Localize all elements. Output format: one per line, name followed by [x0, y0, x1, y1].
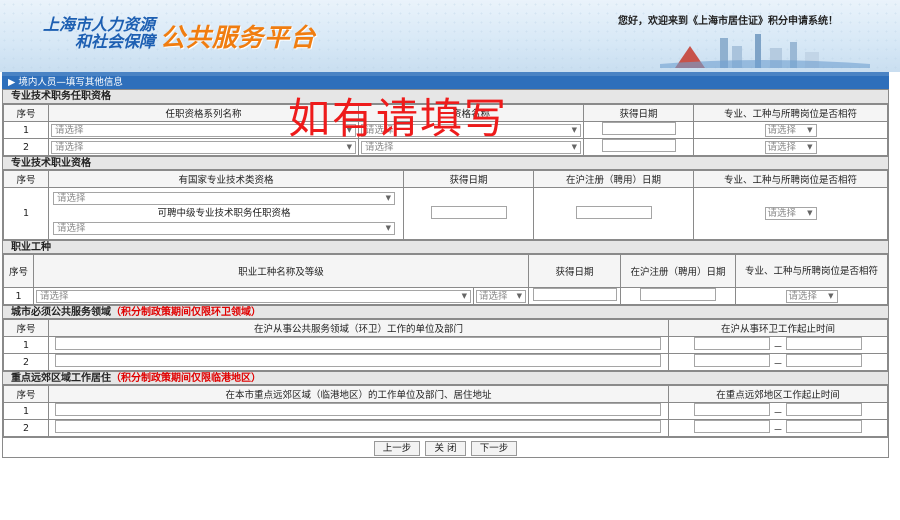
prev-button[interactable]: 上一步 — [373, 441, 421, 456]
section3-title: 职业工种 — [11, 242, 51, 253]
col-header: 序号 — [3, 254, 34, 288]
table-header: 序号 有国家专业技术类资格 获得日期 在沪注册（聘用）日期 专业、工种与所聘岗位… — [3, 170, 888, 188]
section5-note: （积分制政策期间仅限临港地区） — [111, 373, 261, 384]
range-dash: － — [773, 342, 783, 353]
table-row: 1 请选择 请选择 请选择 — [3, 287, 888, 305]
mid-qualification-select[interactable]: 请选择 — [53, 222, 395, 235]
section4-note: （积分制政策期间仅限环卫领域） — [111, 307, 261, 318]
professional-table: 序号 有国家专业技术类资格 获得日期 在沪注册（聘用）日期 专业、工种与所聘岗位… — [3, 170, 888, 240]
row-number: 1 — [3, 402, 49, 420]
logo-line1: 上海市人力资源 — [42, 15, 155, 34]
table-row: 1 请选择 可聘中级专业技术职务任职资格 请选择 请选择 — [3, 187, 888, 240]
table-header: 序号 在沪从事公共服务领域（环卫）工作的单位及部门 在沪从事环卫工作起止时间 — [3, 319, 888, 337]
range-dash: － — [773, 425, 783, 436]
watermark-text: 如有请填写 — [288, 94, 509, 143]
row-number: 1 — [3, 336, 49, 354]
range-dash: － — [773, 408, 783, 419]
suburban-table: 序号 在本市重点远郊区域（临港地区）的工作单位及部门、居住地址 在重点远郊地区工… — [3, 385, 888, 437]
obtained-date-input[interactable] — [430, 205, 507, 219]
occupation-table: 序号 职业工种名称及等级 获得日期 在沪注册（聘用）日期 专业、工种与所聘岗位是… — [3, 254, 888, 305]
match-select[interactable]: 请选择 — [764, 207, 817, 220]
start-date-input[interactable] — [694, 403, 771, 416]
col-header: 专业、工种与所聘岗位是否相符 — [693, 170, 888, 188]
city-skyline-icon — [660, 34, 870, 68]
section-title-public-service: 城市必须公共服务领域（积分制政策期间仅限环卫领域） — [3, 305, 888, 319]
start-date-input[interactable] — [694, 420, 771, 433]
logo-title: 公共服务平台 — [160, 23, 317, 52]
next-button[interactable]: 下一步 — [470, 441, 518, 456]
table-row: 1 － — [3, 402, 888, 420]
end-date-input[interactable] — [785, 354, 862, 367]
col-header: 有国家专业技术类资格 — [48, 170, 404, 188]
site-header: 上海市人力资源 和社会保障 公共服务平台 您好，欢迎来到《上海市居住证》积分申请… — [0, 0, 900, 72]
level-select[interactable]: 请选择 — [476, 289, 526, 303]
register-date-input[interactable] — [575, 205, 652, 219]
table-row: 1 － — [3, 336, 888, 354]
col-header: 在沪从事公共服务领域（环卫）工作的单位及部门 — [48, 319, 669, 337]
address-input[interactable] — [55, 420, 661, 433]
col-header: 在沪从事环卫工作起止时间 — [668, 319, 888, 337]
col-header: 在重点远郊地区工作起止时间 — [668, 385, 888, 403]
col-header: 在沪注册（聘用）日期 — [620, 254, 737, 288]
col-header: 序号 — [3, 385, 49, 403]
logo-line2: 和社会保障 — [74, 32, 155, 51]
match-select[interactable]: 请选择 — [785, 289, 838, 303]
row-number: 1 — [3, 187, 49, 240]
row-number: 1 — [3, 287, 34, 305]
section-title-occupation: 职业工种 — [3, 240, 888, 254]
obtained-date-input[interactable] — [532, 288, 617, 301]
public-service-table: 序号 在沪从事公共服务领域（环卫）工作的单位及部门 在沪从事环卫工作起止时间 1… — [3, 319, 888, 371]
end-date-input[interactable] — [785, 337, 862, 350]
section5-title: 重点远郊区域工作居住 — [11, 373, 111, 384]
page-title: ▶ 境内人员—填写其他信息 — [2, 76, 889, 89]
col-header: 职业工种名称及等级 — [32, 254, 530, 288]
mid-qualification-text: 可聘中级专业技术职务任职资格 — [157, 208, 291, 219]
col-header: 序号 — [3, 319, 49, 337]
date-input[interactable] — [601, 139, 676, 152]
logo-text: 上海市人力资源 和社会保障 — [40, 16, 155, 50]
section-title-professional: 专业技术职业资格 — [3, 156, 888, 170]
action-bar: 上一步 关 闭 下一步 — [3, 437, 888, 457]
row-number: 2 — [3, 353, 49, 371]
section-title-suburban: 重点远郊区域工作居住（积分制政策期间仅限临港地区） — [3, 371, 888, 385]
table-row: 2 － — [3, 353, 888, 371]
national-qualification-select[interactable]: 请选择 — [53, 192, 395, 205]
table-header: 序号 职业工种名称及等级 获得日期 在沪注册（聘用）日期 专业、工种与所聘岗位是… — [3, 254, 888, 288]
col-header: 获得日期 — [528, 254, 622, 288]
start-date-input[interactable] — [694, 354, 771, 367]
match-select[interactable]: 请选择 — [764, 123, 817, 137]
section1-title: 专业技术职务任职资格 — [11, 91, 111, 102]
unit-input[interactable] — [55, 337, 661, 350]
end-date-input[interactable] — [785, 420, 862, 433]
unit-input[interactable] — [55, 354, 661, 367]
col-header: 在本市重点远郊区域（临港地区）的工作单位及部门、居住地址 — [48, 385, 669, 403]
section2-title: 专业技术职业资格 — [11, 158, 91, 169]
row-number: 1 — [3, 121, 49, 139]
end-date-input[interactable] — [785, 403, 862, 416]
row-number: 2 — [3, 419, 49, 437]
table-header: 序号 在本市重点远郊区域（临港地区）的工作单位及部门、居住地址 在重点远郊地区工… — [3, 385, 888, 403]
start-date-input[interactable] — [694, 337, 771, 350]
form-container: 专业技术职务任职资格 序号 任职资格系列名称 资格名称 获得日期 专业、工种与所… — [2, 89, 889, 458]
col-header: 序号 — [3, 170, 49, 188]
row-number: 2 — [3, 138, 49, 156]
welcome-text: 您好，欢迎来到《上海市居住证》积分申请系统！ — [618, 16, 838, 27]
col-header: 获得日期 — [403, 170, 534, 188]
occupation-select[interactable]: 请选择 — [36, 289, 471, 303]
close-button[interactable]: 关 闭 — [425, 441, 466, 456]
col-header: 获得日期 — [583, 104, 694, 122]
col-header: 专业、工种与所聘岗位是否相符 — [735, 254, 888, 288]
match-select[interactable]: 请选择 — [764, 140, 817, 154]
register-date-input[interactable] — [640, 288, 717, 301]
col-header: 在沪注册（聘用）日期 — [533, 170, 694, 188]
col-header: 专业、工种与所聘岗位是否相符 — [693, 104, 888, 122]
address-input[interactable] — [55, 403, 661, 416]
section4-title: 城市必须公共服务领域 — [11, 307, 111, 318]
table-row: 2 － — [3, 419, 888, 437]
col-header: 序号 — [3, 104, 49, 122]
date-input[interactable] — [601, 122, 676, 135]
range-dash: － — [773, 359, 783, 370]
